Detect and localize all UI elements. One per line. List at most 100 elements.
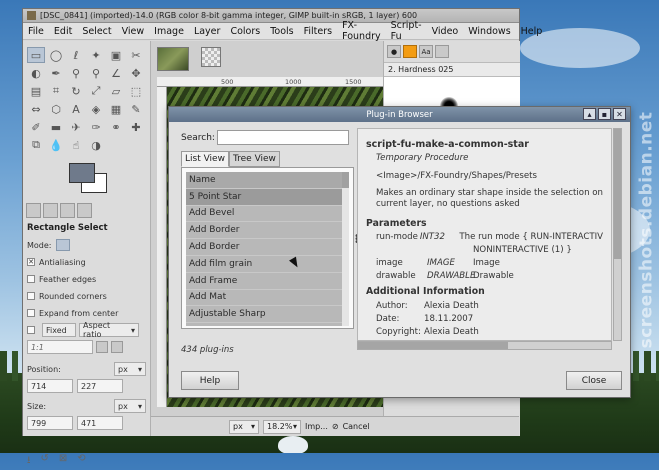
menu-image[interactable]: Image — [149, 26, 189, 37]
fg-bg-colors[interactable] — [69, 163, 109, 195]
paintbrush-tool-icon[interactable]: ✐ — [27, 119, 45, 135]
list-item[interactable]: 5 Point Star — [186, 188, 344, 206]
clone-tool-icon[interactable]: ⚭ — [107, 119, 125, 135]
blur-tool-icon[interactable]: 💧 — [47, 137, 65, 153]
text-tool-icon[interactable]: A — [67, 101, 85, 117]
flip-tool-icon[interactable]: ⇔ — [27, 101, 45, 117]
color-select-tool-icon[interactable]: ▣ — [107, 47, 125, 63]
measure-tool-icon[interactable]: ∠ — [107, 65, 125, 81]
menu-colors[interactable]: Colors — [225, 26, 265, 37]
position-y-input[interactable]: 227 — [77, 379, 123, 393]
info-vertical-scrollbar[interactable] — [613, 128, 622, 341]
list-item[interactable]: Add Border — [186, 222, 344, 240]
undo-history-tab-icon[interactable] — [60, 203, 75, 218]
portrait-icon[interactable] — [96, 341, 108, 353]
tab-tree-view[interactable]: Tree View — [228, 151, 280, 167]
vertical-ruler[interactable] — [157, 87, 167, 407]
close-button[interactable]: Close — [566, 371, 622, 390]
size-h-input[interactable]: 471 — [77, 416, 123, 430]
airbrush-tool-icon[interactable]: ✈ — [67, 119, 85, 135]
rotate-tool-icon[interactable]: ↻ — [67, 83, 85, 99]
reset-options-icon[interactable]: ⟲ — [77, 453, 85, 470]
save-options-icon[interactable]: ⭳ — [27, 453, 31, 470]
scrollbar-thumb[interactable] — [358, 342, 508, 349]
expand-checkbox[interactable] — [27, 309, 35, 317]
list-item[interactable]: Add Frame — [186, 273, 344, 290]
size-unit-select[interactable]: px ▾ — [114, 399, 146, 413]
scrollbar-thumb[interactable] — [342, 172, 349, 188]
tab-list-view[interactable]: List View — [181, 151, 229, 167]
scissors-tool-icon[interactable]: ✂ — [127, 47, 145, 63]
paths-tool-icon[interactable]: ✒ — [47, 65, 65, 81]
mode-replace-button[interactable] — [55, 239, 70, 251]
fonts-tab-icon[interactable]: Aa — [419, 45, 433, 58]
bucket-fill-tool-icon[interactable]: ◈ — [87, 101, 105, 117]
position-unit-select[interactable]: px ▾ — [114, 362, 146, 376]
list-item[interactable]: Add Mat — [186, 290, 344, 307]
list-scrollbar[interactable] — [342, 172, 349, 326]
move-tool-icon[interactable]: ✥ — [127, 65, 145, 81]
maximize-icon[interactable]: ▴ — [583, 108, 596, 120]
device-status-tab-icon[interactable] — [43, 203, 58, 218]
document-history-tab-icon[interactable] — [435, 45, 449, 58]
scrollbar-thumb[interactable] — [614, 129, 621, 259]
heal-tool-icon[interactable]: ✚ — [127, 119, 145, 135]
position-x-input[interactable]: 714 — [27, 379, 73, 393]
fuzzy-select-tool-icon[interactable]: ✦ — [87, 47, 105, 63]
perspective-clone-tool-icon[interactable]: ⧉ — [27, 137, 45, 153]
ink-tool-icon[interactable]: ✑ — [87, 119, 105, 135]
dodge-burn-tool-icon[interactable]: ◑ — [87, 137, 105, 153]
empty-thumbnail[interactable] — [201, 47, 221, 67]
menu-fx-foundry[interactable]: FX-Foundry — [337, 20, 386, 42]
menu-filters[interactable]: Filters — [299, 26, 337, 37]
size-w-input[interactable]: 799 — [27, 416, 73, 430]
info-horizontal-scrollbar[interactable] — [357, 341, 612, 350]
help-button[interactable]: Help — [181, 371, 239, 390]
menu-tools[interactable]: Tools — [265, 26, 298, 37]
list-item[interactable]: Add Bevel — [186, 206, 344, 223]
landscape-icon[interactable] — [111, 341, 123, 353]
smudge-tool-icon[interactable]: ☝ — [67, 137, 85, 153]
cancel-button[interactable]: Cancel — [343, 422, 370, 431]
menu-edit[interactable]: Edit — [49, 26, 77, 37]
eraser-tool-icon[interactable]: ▬ — [47, 119, 65, 135]
scale-tool-icon[interactable]: ⤢ — [87, 83, 105, 99]
list-item[interactable]: Add Border — [186, 239, 344, 256]
ratio-input[interactable]: 1:1 — [27, 340, 93, 354]
ellipse-select-tool-icon[interactable]: ◯ — [47, 47, 65, 63]
menu-script-fu[interactable]: Script-Fu — [386, 20, 427, 42]
shear-tool-icon[interactable]: ▱ — [107, 83, 125, 99]
zoom-select[interactable]: 18.2% ▾ — [263, 419, 301, 434]
minimize-icon[interactable]: ▪ — [598, 108, 611, 120]
menu-view[interactable]: View — [117, 26, 150, 37]
images-tab-icon[interactable] — [77, 203, 92, 218]
window-titlebar[interactable]: [DSC_0841] (imported)-14.0 (RGB color 8-… — [23, 9, 519, 23]
menu-file[interactable]: File — [23, 26, 49, 37]
menu-help[interactable]: Help — [516, 26, 548, 37]
menu-video[interactable]: Video — [427, 26, 464, 37]
image-thumbnail[interactable] — [157, 47, 189, 71]
rounded-checkbox[interactable] — [27, 292, 35, 300]
menu-layer[interactable]: Layer — [189, 26, 226, 37]
plugin-list[interactable]: Name 5 Point Star Add Bevel Add Border A… — [186, 172, 344, 326]
foreground-color-swatch[interactable] — [69, 163, 95, 183]
menu-windows[interactable]: Windows — [463, 26, 515, 37]
blend-tool-icon[interactable]: ▦ — [107, 101, 125, 117]
list-item[interactable]: Adjustable Sharp — [186, 306, 344, 324]
cage-tool-icon[interactable]: ⬡ — [47, 101, 65, 117]
pencil-tool-icon[interactable]: ✎ — [127, 101, 145, 117]
zoom-tool-icon[interactable]: ⚲ — [87, 65, 105, 81]
brushes-tab-icon[interactable]: ● — [387, 45, 401, 58]
fixed-checkbox[interactable] — [27, 326, 35, 334]
cancel-icon[interactable]: ⊘ — [332, 422, 339, 431]
perspective-tool-icon[interactable]: ⬚ — [127, 83, 145, 99]
antialiasing-checkbox[interactable]: ✕ — [27, 258, 35, 266]
crop-tool-icon[interactable]: ⌗ — [47, 83, 65, 99]
rect-select-tool-icon[interactable]: ▭ — [27, 47, 45, 63]
horizontal-ruler[interactable]: 500 1000 1500 — [157, 77, 383, 87]
feather-checkbox[interactable] — [27, 275, 35, 283]
patterns-tab-icon[interactable] — [403, 45, 417, 58]
delete-options-icon[interactable]: ⊠ — [59, 453, 67, 470]
list-item[interactable]: Add film grain — [186, 256, 344, 273]
align-tool-icon[interactable]: ▤ — [27, 83, 45, 99]
